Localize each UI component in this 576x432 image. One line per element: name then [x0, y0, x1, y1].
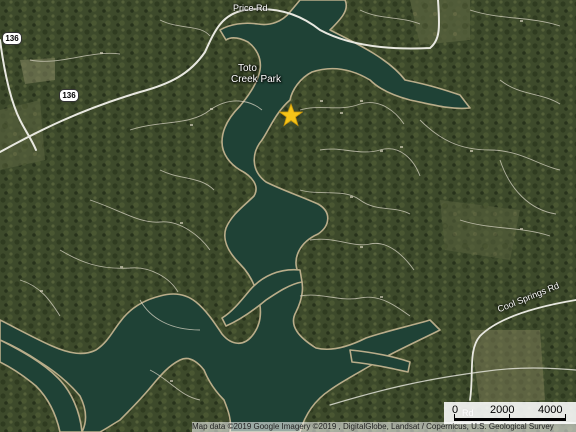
satellite-map[interactable]: 136 136 Price Rd Cool Springs Rd Rd Toto…	[0, 0, 576, 432]
scale-tick	[454, 414, 455, 421]
route-136-shield-south: 136	[59, 89, 79, 102]
scale-label-0: 0	[452, 404, 459, 416]
scale-tick	[509, 414, 510, 421]
map-imagery	[0, 0, 576, 432]
price-rd-label: Price Rd	[233, 3, 268, 13]
scale-bar-line	[454, 418, 566, 421]
scale-label-2000: 2000	[490, 404, 515, 416]
map-attribution[interactable]: Map data ©2019 Google Imagery ©2019 , Di…	[192, 422, 576, 432]
scale-bar: 0 2000 4000	[444, 402, 576, 424]
park-label-line1: Toto	[238, 63, 257, 74]
star-marker-icon[interactable]	[279, 103, 303, 127]
route-136-shield-north: 136	[2, 32, 22, 45]
park-label-line2: Creek Park	[231, 74, 282, 85]
scale-label-4000: 4000	[538, 404, 563, 416]
scale-tick	[565, 414, 566, 421]
